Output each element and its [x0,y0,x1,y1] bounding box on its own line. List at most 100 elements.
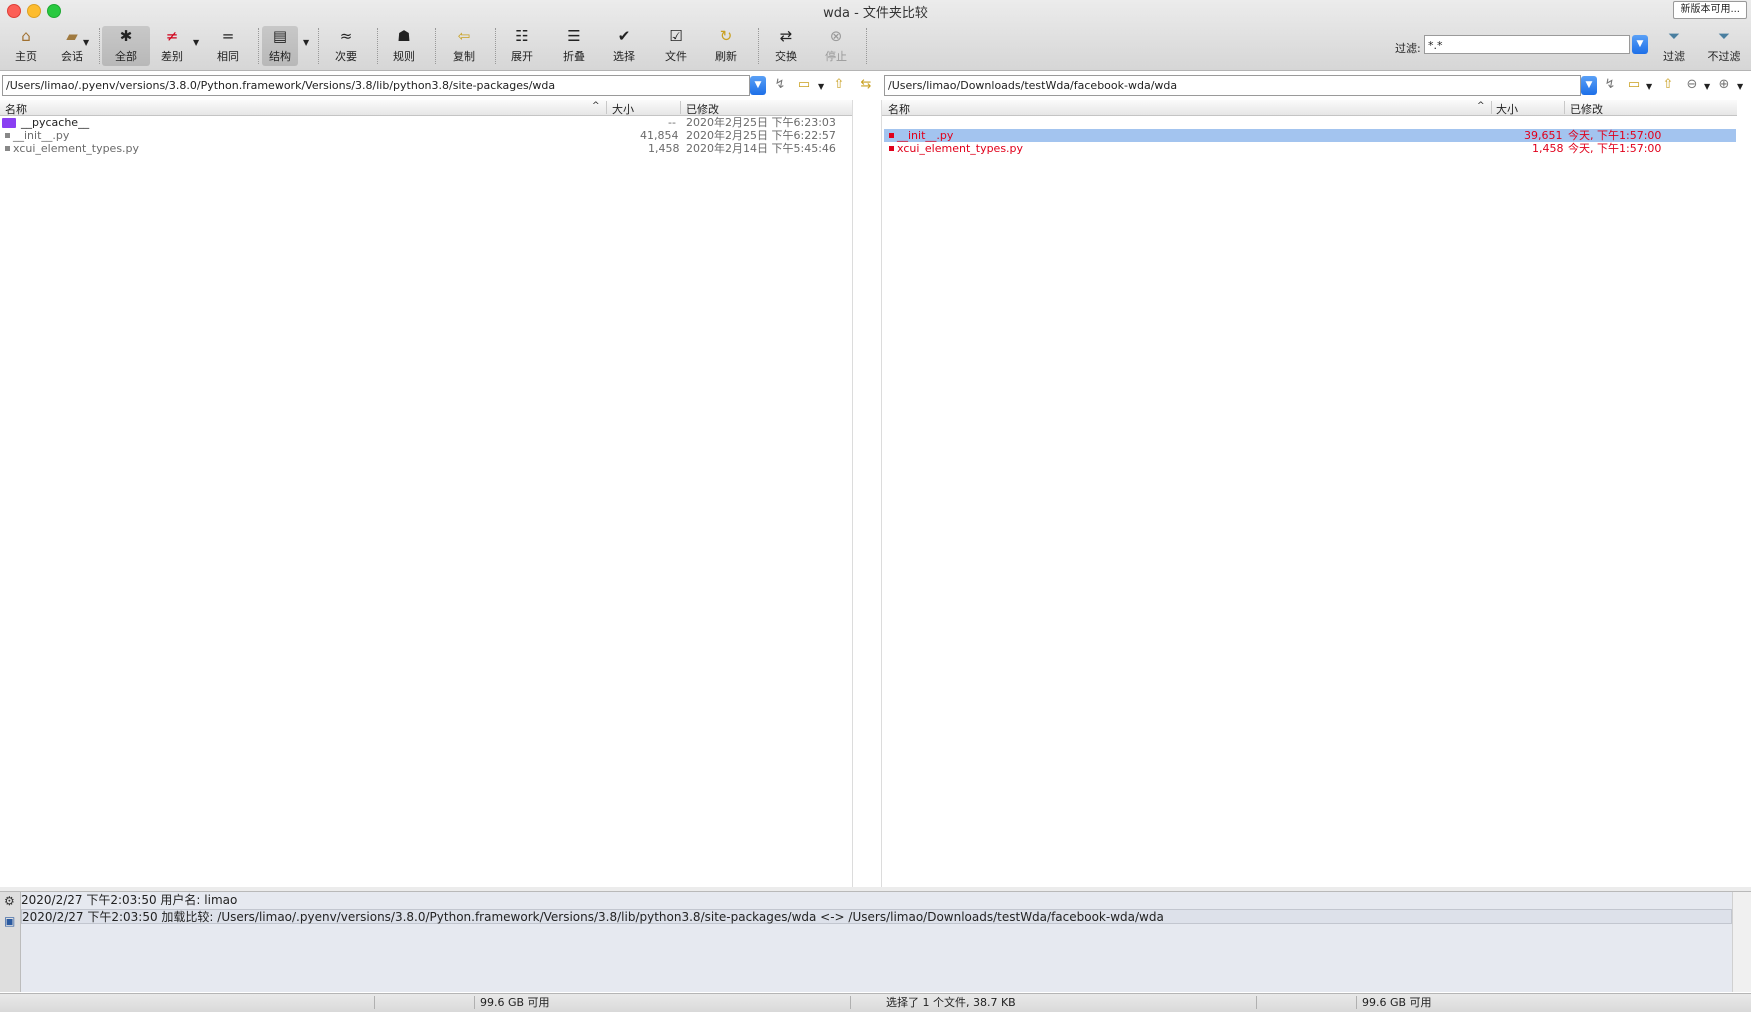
left-modified-header[interactable]: 已修改 [686,101,719,117]
collapse-button[interactable]: ☰ 折叠 [550,26,598,66]
approx-icon: ≈ [339,27,353,45]
left-row-pycache[interactable]: __pycache__ -- 2020年2月25日 下午6:23:03 [0,116,852,129]
back-icon[interactable]: ⊖ [1682,77,1702,95]
copy-button[interactable]: ⇦ 复制 [440,26,488,66]
pane-divider [881,100,882,890]
rules-button[interactable]: ☗ 规则 [380,26,428,66]
no-filter-button[interactable]: ⏷ 不过滤 [1700,26,1748,66]
pane-gutter [852,100,882,890]
selection-status: 选择了 1 个文件, 38.7 KB [886,996,1016,1009]
expand-tree-icon: ☷ [515,27,529,45]
home-button[interactable]: ⌂ 主页 [2,26,50,66]
toolbar-separator [495,28,497,64]
gear-icon[interactable]: ⚙ [4,894,15,908]
filter-input[interactable]: *.* [1424,35,1630,54]
update-available-button[interactable]: 新版本可用... [1673,1,1747,19]
status-divider [850,996,851,1009]
left-path-dropdown-button[interactable]: ▼ [750,76,766,95]
chevron-down-icon: ▼ [754,80,762,90]
file-icon [889,133,894,138]
file-icon [5,133,10,138]
left-history-icon[interactable]: ↯ [770,77,790,95]
funnel-icon: ⏷ [1667,27,1680,45]
minor-button[interactable]: ≈ 次要 [322,26,370,66]
left-row-xcui[interactable]: xcui_element_types.py 1,458 2020年2月14日 下… [0,142,852,155]
right-open-dropdown-icon[interactable]: ▼ [1646,82,1652,91]
status-divider [1356,996,1357,1009]
column-divider[interactable] [680,101,681,114]
right-history-icon[interactable]: ↯ [1600,77,1620,95]
left-open-dropdown-icon[interactable]: ▼ [818,82,824,91]
toolbar-separator [758,28,760,64]
forward-dropdown-icon[interactable]: ▼ [1737,82,1743,91]
forward-icon[interactable]: ⊕ [1714,77,1734,95]
expand-button[interactable]: ☷ 展开 [498,26,546,66]
right-name-header[interactable]: 名称 [888,101,910,117]
column-divider[interactable] [606,101,607,114]
left-free-space: 99.6 GB 可用 [480,996,550,1009]
stop-button[interactable]: ⊗ 停止 [812,26,860,66]
status-divider [374,996,375,1009]
column-divider[interactable] [1564,101,1565,114]
right-path-bar: /Users/limao/Downloads/testWda/facebook-… [882,75,1751,97]
folder-icon [2,118,16,128]
right-row-init[interactable]: __init__.py 39,651 今天, 下午1:57:00 [884,129,1736,142]
left-row-init[interactable]: __init__.py 41,854 2020年2月25日 下午6:22:57 [0,129,852,142]
toolbar-separator [866,28,868,64]
refresh-button[interactable]: ↻ 刷新 [702,26,750,66]
swap-button[interactable]: ⇄ 交换 [762,26,810,66]
collapse-tree-icon: ☰ [567,27,581,45]
left-path-input[interactable]: /Users/limao/.pyenv/versions/3.8.0/Pytho… [2,75,750,96]
status-bar: 99.6 GB 可用 选择了 1 个文件, 38.7 KB 99.6 GB 可用 [0,993,1751,1012]
structure-dropdown-icon[interactable]: ▼ [303,38,309,47]
right-path-dropdown-button[interactable]: ▼ [1581,76,1597,95]
left-open-folder-icon[interactable]: ▭ [794,77,814,95]
back-dropdown-icon[interactable]: ▼ [1704,82,1710,91]
toolbar-separator [258,28,260,64]
select-button[interactable]: ✔ 选择 [600,26,648,66]
log-entry[interactable]: 2020/2/27 下午2:03:50 加载比较: /Users/limao/.… [21,909,1732,924]
left-parent-folder-icon[interactable]: ⇧ [829,77,849,95]
show-same-button[interactable]: = 相同 [204,26,252,66]
swap-icon: ⇄ [779,27,793,45]
status-divider [474,996,475,1009]
left-name-header[interactable]: 名称 [5,101,27,117]
title-bar: wda - 文件夹比较 新版本可用... [0,0,1751,21]
right-row-xcui[interactable]: xcui_element_types.py 1,458 今天, 下午1:57:0… [884,142,1736,155]
chevron-down-icon: ▼ [1585,80,1593,90]
structure-icon: ▤ [272,27,288,45]
right-size-header[interactable]: 大小 [1496,101,1518,117]
refresh-icon: ↻ [719,27,733,45]
structure-button[interactable]: ▤ 结构 [262,26,298,66]
session-dropdown-icon[interactable]: ▼ [83,38,89,47]
show-all-button[interactable]: ✱ 全部 [102,26,150,66]
window-chrome: wda - 文件夹比较 新版本可用... ⌂ 主页 ▰ 会话 ▼ ✱ 全部 ≠ … [0,0,1751,71]
toolbar-separator [377,28,379,64]
filter-dropdown-button[interactable]: ▼ [1632,35,1648,54]
right-free-space: 99.6 GB 可用 [1362,996,1432,1009]
log-entry[interactable]: 2020/2/27 下午2:03:50 用户名: limao [21,893,1732,908]
status-divider [1256,996,1257,1009]
toolbar: ⌂ 主页 ▰ 会话 ▼ ✱ 全部 ≠ 差别 ▼ = 相同 ▤ 结构 ▼ ≈ 次要… [0,22,900,68]
left-swap-folders-icon[interactable]: ⇆ [856,77,876,95]
left-size-header[interactable]: 大小 [612,101,634,117]
right-path-input[interactable]: /Users/limao/Downloads/testWda/facebook-… [884,75,1581,96]
chevron-down-icon: ▼ [1636,39,1644,49]
show-diff-button[interactable]: ≠ 差别 [148,26,196,66]
file-icon [5,146,10,151]
diff-dropdown-icon[interactable]: ▼ [193,38,199,47]
referee-icon: ☗ [397,27,411,45]
toolbar-separator [318,28,320,64]
log-scrollbar[interactable] [1732,892,1751,992]
right-modified-header[interactable]: 已修改 [1570,101,1603,117]
right-column-header: 名称 ^ 大小 已修改 [882,100,1737,116]
right-parent-folder-icon[interactable]: ⇧ [1658,77,1678,95]
filter-button[interactable]: ⏷ 过滤 [1650,26,1698,66]
funnel-off-icon: ⏷ [1717,27,1730,45]
asterisk-icon: ✱ [119,27,133,45]
column-divider[interactable] [1491,101,1492,114]
save-log-icon[interactable]: ▣ [4,914,15,928]
right-open-folder-icon[interactable]: ▭ [1624,77,1644,95]
toolbar-separator [99,28,101,64]
files-button[interactable]: ☑ 文件 [652,26,700,66]
